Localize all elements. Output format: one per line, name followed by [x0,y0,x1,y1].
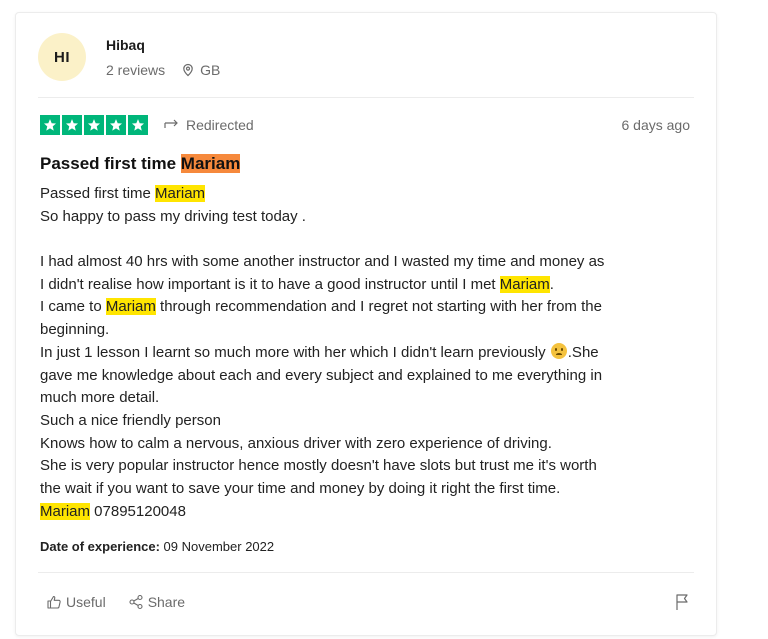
review-line: I came to Mariam through recommendation … [40,298,602,316]
reviewer-header: HI Hibaq 2 reviews GB [38,33,220,81]
redirected-text: Redirected [186,117,254,133]
redirect-arrow-icon [164,119,178,128]
useful-label: Useful [66,594,106,610]
review-line: gave me knowledge about each and every s… [40,366,603,384]
share-button[interactable]: Share [128,594,185,610]
name-highlight: Mariam [499,275,550,293]
review-count: 2 reviews [106,61,166,78]
review-title-highlight: Mariam [180,154,241,173]
header-divider [38,97,694,98]
emoji-sad-icon [550,342,567,359]
review-line: much more detail. [40,389,160,407]
name-highlight: Mariam [155,185,206,202]
review-line: beginning. [40,321,110,339]
reviewer-info: Hibaq 2 reviews GB [106,37,220,78]
review-line: I didn't realise how important is it to … [40,275,554,293]
avatar[interactable]: HI [38,33,86,81]
rating-row: Redirected 6 days ago [40,114,690,136]
date-of-experience: Date of experience: 09 November 2022 [40,539,274,554]
experience-label: Date of experience: [40,539,160,554]
star-icon [40,115,60,135]
star-icon [84,115,104,135]
review-date: 6 days ago [621,117,691,133]
reviewer-name[interactable]: Hibaq [106,37,220,53]
name-highlight: Mariam [105,298,156,316]
footer-divider [38,572,694,573]
flag-icon [676,594,688,610]
redirected-label[interactable]: Redirected [164,117,254,133]
review-actions: Useful Share [46,591,690,613]
review-title[interactable]: Passed first time Mariam [40,154,241,174]
thumbs-up-icon [47,595,61,609]
review-body: Passed first time Mariam So happy to pas… [40,183,700,523]
review-line: Mariam 07895120048 [40,502,186,520]
reviewer-meta: 2 reviews GB [106,62,220,78]
review-line: In just 1 lesson I learnt so much more w… [40,342,599,361]
review-line: So happy to pass my driving test today . [40,207,306,225]
review-line: She is very popular instructor hence mos… [40,457,597,475]
experience-date: 09 November 2022 [159,539,275,554]
star-icon [62,115,82,135]
star-icon [106,115,126,135]
name-highlight: Mariam [40,502,91,520]
share-icon [129,594,143,610]
review-card: HI Hibaq 2 reviews GB Redirected 6 days … [15,12,717,636]
review-line: Knows how to calm a nervous, anxious dri… [40,434,552,452]
report-flag-button[interactable] [674,593,690,611]
share-label: Share [147,594,186,610]
review-title-text: Passed first time [40,154,181,173]
location-icon [183,63,193,76]
star-icon [128,115,148,135]
review-line: Passed first time Mariam [40,185,206,202]
review-line: I had almost 40 hrs with some another in… [40,253,605,271]
reviewer-location: GB [181,62,220,78]
useful-button[interactable]: Useful [46,594,106,610]
star-rating [40,115,148,135]
review-line: Such a nice friendly person [40,411,221,429]
location-label: GB [200,61,221,78]
review-line: the wait if you want to save your time a… [40,479,561,497]
